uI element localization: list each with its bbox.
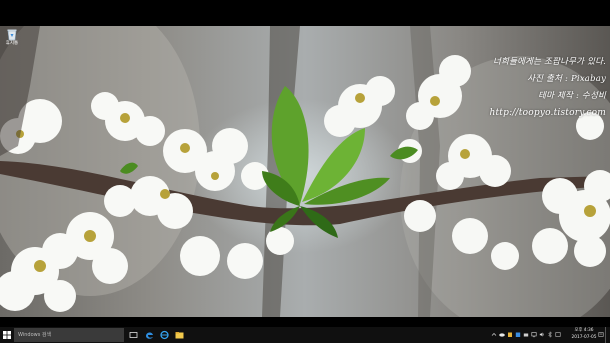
volume-icon[interactable]: [539, 330, 545, 339]
clock-date: 2017-07-05: [571, 334, 597, 340]
credit-line-photo-source: 사진 출처 : Pixabay: [527, 74, 606, 84]
onedrive-icon[interactable]: [499, 330, 505, 339]
recycle-bin[interactable]: 휴지통: [2, 28, 22, 47]
printer-icon[interactable]: [523, 330, 529, 339]
show-desktop-button[interactable]: [605, 327, 606, 343]
credit-line-title: 너희들에게는 조팝나무가 있다.: [493, 57, 606, 67]
network-icon[interactable]: [531, 330, 537, 339]
taskbar-search-box[interactable]: Windows 검색: [14, 328, 124, 342]
taskbar-clock[interactable]: 오후 4:36 2017-07-05: [568, 328, 600, 341]
internet-explorer-icon[interactable]: [160, 330, 169, 340]
credit-line-url: http://toopyo.tistory.com: [489, 108, 606, 118]
wallpaper-credits: 너희들에게는 조팝나무가 있다. 사진 출처 : Pixabay 테마 제작 :…: [489, 54, 606, 122]
taskbar: Windows 검색 오후 4:36 2017-07-05: [0, 327, 610, 343]
file-explorer-icon[interactable]: [175, 330, 184, 340]
desktop-wallpaper: 휴지통 너희들에게는 조팝나무가 있다. 사진 출처 : Pixabay 테마 …: [0, 26, 610, 317]
recycle-bin-icon: [7, 29, 17, 41]
bottom-letterbox: [0, 317, 610, 327]
edge-icon[interactable]: [145, 330, 154, 340]
chevron-up-icon[interactable]: [491, 330, 497, 339]
credit-line-theme-author: 테마 제작 : 수성비: [538, 91, 606, 101]
task-view-icon[interactable]: [129, 330, 138, 340]
app-tray-icon[interactable]: [515, 330, 521, 339]
recycle-bin-label: 휴지통: [5, 41, 19, 46]
top-letterbox: [0, 0, 610, 26]
bluetooth-icon[interactable]: [547, 330, 553, 339]
notification-icon[interactable]: [598, 330, 604, 339]
windows-start-icon[interactable]: [3, 331, 11, 339]
ime-icon[interactable]: [555, 330, 561, 339]
shield-icon[interactable]: [507, 330, 513, 339]
